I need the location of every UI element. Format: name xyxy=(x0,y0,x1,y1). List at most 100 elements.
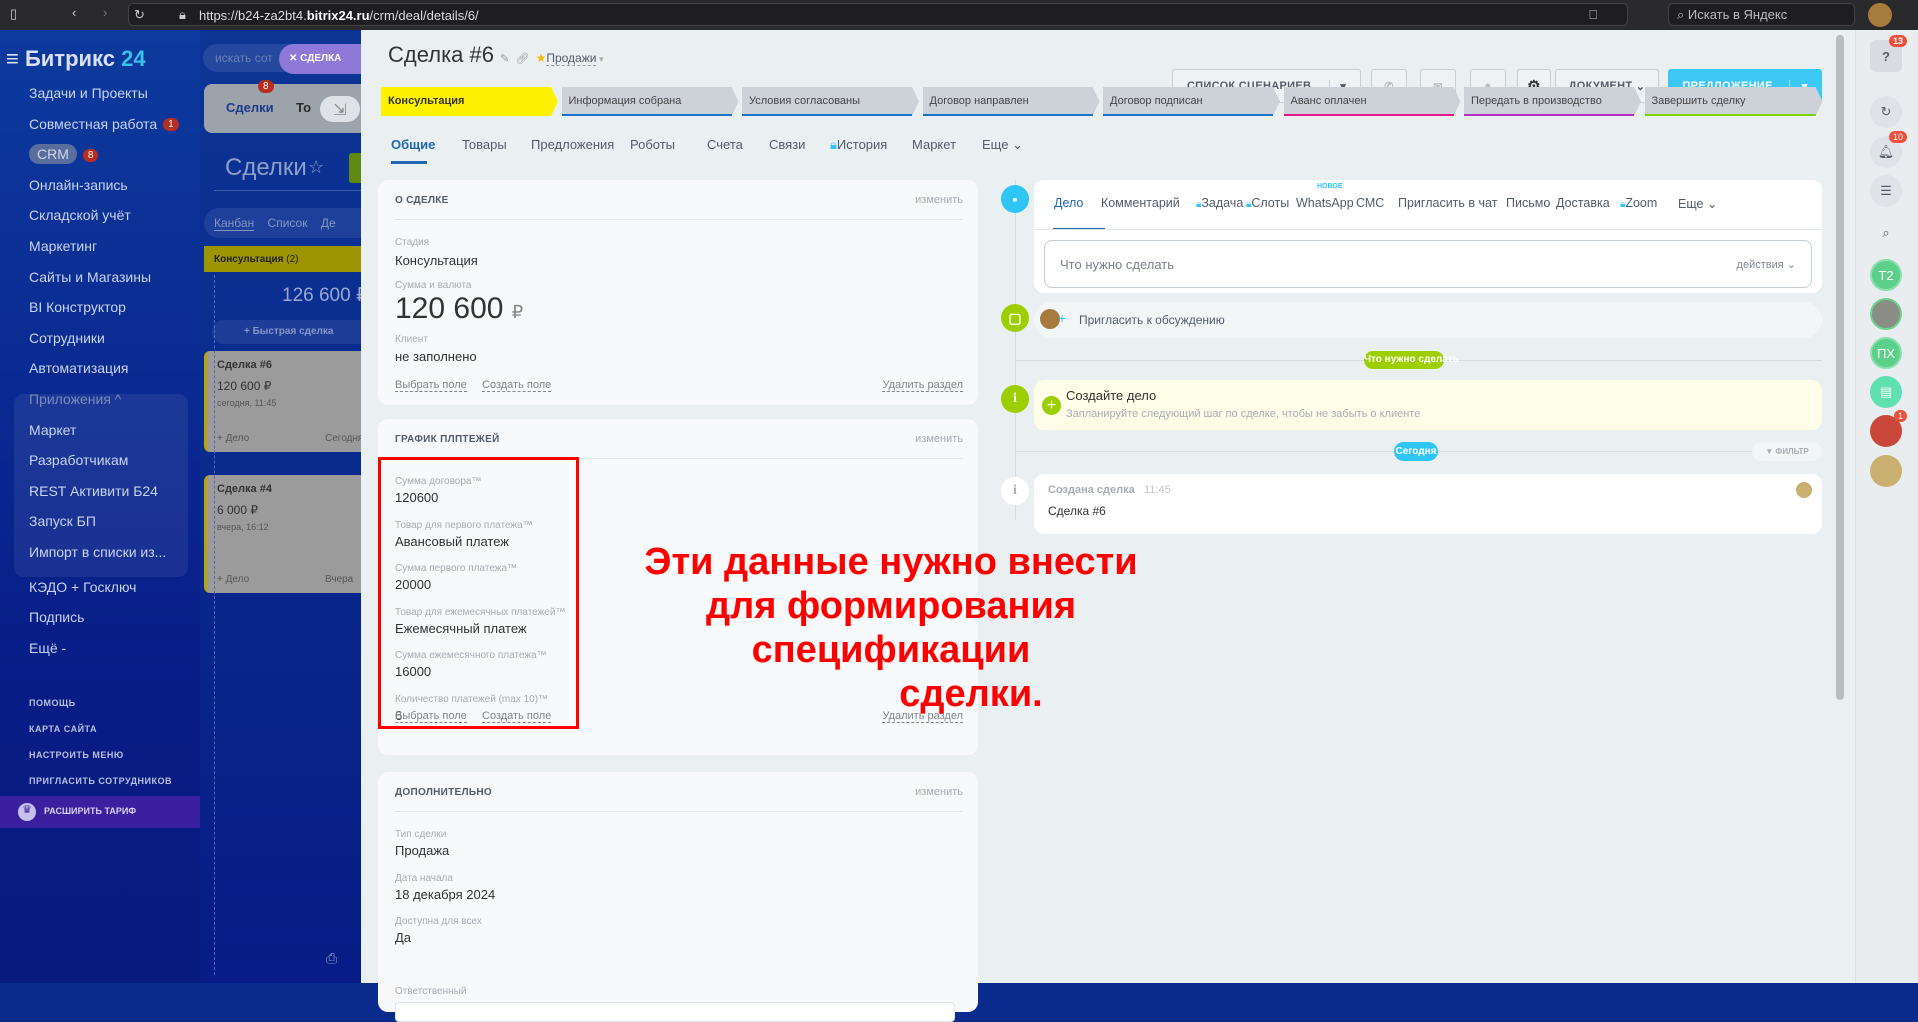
notifications-button[interactable]: 🔔︎ 10 xyxy=(1870,131,1907,168)
timeline-tab-5[interactable]: СМС xyxy=(1356,196,1384,210)
tab-6[interactable]: 🔒︎История xyxy=(830,137,887,153)
collapse-icon[interactable]: ⇲ xyxy=(320,96,360,122)
edit-link[interactable]: изменить xyxy=(915,433,963,445)
tab-4[interactable]: Счета xyxy=(707,137,743,152)
tab-2[interactable]: Предложения xyxy=(531,137,614,152)
bookmark-icon[interactable]: ⎕ xyxy=(1589,7,1597,23)
search-button[interactable]: ⌕ xyxy=(1870,217,1902,249)
favorite-star-icon[interactable]: ☆ xyxy=(308,157,324,178)
add-activity-link[interactable]: + Дело xyxy=(217,433,249,444)
sidebar-item[interactable]: Автоматизация xyxy=(29,360,128,376)
client-value[interactable]: не заполнено xyxy=(395,349,477,364)
stage-button[interactable]: Передать в производство xyxy=(1464,87,1641,116)
create-field-link[interactable]: Создать поле xyxy=(482,379,552,392)
stage-button[interactable]: Информация собрана xyxy=(562,87,739,116)
sidebar-toggle-icon[interactable]: ▯ xyxy=(10,6,17,22)
create-activity-card[interactable]: + Создайте дело Запланируйте следующий ш… xyxy=(1034,380,1822,430)
view-list[interactable]: Список xyxy=(268,216,308,230)
notes-button[interactable]: ▤ xyxy=(1870,376,1902,408)
view-kanban[interactable]: Канбан xyxy=(214,216,255,231)
help-button[interactable]: ? 13 xyxy=(1870,35,1907,72)
invite-discussion[interactable]: + Пригласить к обсуждению xyxy=(1034,302,1822,338)
stage-value[interactable]: Консультация xyxy=(395,253,478,268)
category-selector[interactable]: Продажи xyxy=(546,51,597,66)
sidebar-item[interactable]: Маркетинг xyxy=(29,238,97,254)
scrollbar[interactable] xyxy=(1836,35,1844,700)
sidebar-item[interactable]: CRM 8 xyxy=(29,144,99,165)
stage-button[interactable]: Договор подписан xyxy=(1103,87,1280,116)
portal-logo[interactable]: ≡ Битрикс 24 xyxy=(6,46,146,72)
sync-button[interactable]: ↻ xyxy=(1870,96,1902,128)
kanban-card[interactable]: Сделка #6 120 600 ₽ сегодня, 11:45 + Дел… xyxy=(204,351,364,452)
forward-icon[interactable]: › xyxy=(103,5,107,20)
timeline-tab-2[interactable]: 🔒︎Задача xyxy=(1196,196,1243,210)
profile-avatar[interactable] xyxy=(1868,3,1892,27)
todo-input[interactable]: Что нужно сделать действия ⌄ xyxy=(1044,240,1812,288)
sidebar-item[interactable]: Маркет xyxy=(29,422,76,438)
reload-icon[interactable]: ↻ xyxy=(134,7,145,23)
messenger-button[interactable]: ☰ xyxy=(1870,175,1902,207)
url-text[interactable]: https://b24-za2bt4.bitrix24.ru/crm/deal/… xyxy=(199,8,479,23)
back-icon[interactable]: ‹ xyxy=(72,5,76,20)
upgrade-plan-button[interactable]: ♛ РАСШИРИТЬ ТАРИФ xyxy=(0,796,200,828)
tab-7[interactable]: Маркет xyxy=(912,137,956,152)
view-activities[interactable]: Де xyxy=(321,216,336,230)
sidebar-item[interactable]: Сайты и Магазины xyxy=(29,269,151,285)
timeline-tab-6[interactable]: Пригласить в чат xyxy=(1398,196,1497,210)
responsible-field[interactable] xyxy=(395,1002,955,1022)
tab-5[interactable]: Связи xyxy=(769,137,805,152)
contact-avatar[interactable] xyxy=(1870,298,1902,330)
tab-1[interactable]: Товары xyxy=(462,137,507,152)
event-body[interactable]: Сделка #6 xyxy=(1048,504,1106,518)
sidebar-item[interactable]: Ещё - xyxy=(29,640,66,656)
tab-3[interactable]: Роботы xyxy=(630,137,675,152)
field-value[interactable]: Продажа xyxy=(395,843,449,858)
timeline-tab-7[interactable]: Письмо xyxy=(1506,196,1550,210)
chat-px[interactable]: ПХ xyxy=(1870,337,1902,369)
chat-t2[interactable]: T2 xyxy=(1870,259,1902,291)
filter-button[interactable]: ▼ ФИЛЬТР xyxy=(1752,442,1822,461)
quick-deal-button[interactable]: + Быстрая сделка xyxy=(212,320,372,344)
tab-8[interactable]: Еще ⌄ xyxy=(982,137,1023,153)
delete-section-link[interactable]: Удалить раздел xyxy=(882,379,963,392)
timeline-tab-9[interactable]: 🔒︎Zoom xyxy=(1620,196,1657,210)
stage-button[interactable]: Условия согласованы xyxy=(742,87,919,116)
address-bar[interactable]: ↻ 🔒︎ https://b24-za2bt4.bitrix24.ru/crm/… xyxy=(128,3,1628,26)
contact-avatar[interactable]: 1 xyxy=(1870,410,1907,447)
tab-0[interactable]: Общие xyxy=(391,137,435,152)
stage-button[interactable]: Договор направлен xyxy=(923,87,1100,116)
sidebar-footer-link[interactable]: ПОМОЩЬ xyxy=(29,698,76,708)
sidebar-footer-link[interactable]: ПРИГЛАСИТЬ СОТРУДНИКОВ xyxy=(29,776,172,786)
sidebar-item[interactable]: Импорт в списки из... xyxy=(29,544,166,560)
menu-icon[interactable]: ≡ xyxy=(6,46,19,71)
sidebar-item[interactable]: Разработчикам xyxy=(29,452,128,468)
timeline-tab-1[interactable]: Комментарий xyxy=(1101,196,1180,210)
sidebar-item[interactable]: Задачи и Проекты xyxy=(29,85,148,101)
timeline-tab-4[interactable]: WhatsApp xyxy=(1296,196,1354,210)
sidebar-footer-link[interactable]: НАСТРОИТЬ МЕНЮ xyxy=(29,750,124,760)
stage-button[interactable]: Консультация xyxy=(381,87,558,116)
timeline-tab-3[interactable]: 🔒︎Слоты xyxy=(1246,196,1289,210)
link-icon[interactable]: 🔗︎ xyxy=(515,53,529,65)
sidebar-item[interactable]: Совместная работа 1 xyxy=(29,116,179,132)
sidebar-item[interactable]: Онлайн-запись xyxy=(29,177,128,193)
edit-title-icon[interactable]: ✎ xyxy=(500,53,509,65)
sidebar-item[interactable]: КЭДО + Госключ xyxy=(29,579,136,595)
tab-other[interactable]: То xyxy=(296,100,311,115)
stage-button[interactable]: Завершить сделку xyxy=(1645,87,1823,116)
sidebar-item[interactable]: Сотрудники xyxy=(29,330,105,346)
choose-field-link[interactable]: Выбрать поле xyxy=(395,379,467,392)
add-activity-icon[interactable]: + xyxy=(1042,396,1061,415)
print-icon[interactable]: ⎙ xyxy=(326,950,337,967)
actions-dropdown[interactable]: действия ⌄ xyxy=(1737,258,1796,271)
sidebar-footer-link[interactable]: КАРТА САЙТА xyxy=(29,724,97,734)
timeline-tab-10[interactable]: Еще ⌄ xyxy=(1678,196,1717,211)
sum-value[interactable]: 120 600 ₽ xyxy=(395,292,523,326)
close-slider-button[interactable]: ✕ СДЕЛКА xyxy=(279,44,369,74)
kanban-card[interactable]: Сделка #4 6 000 ₽ вчера, 16:12 + Дело Вч… xyxy=(204,475,364,593)
yandex-search-input[interactable]: ⌕ Искать в Яндекс xyxy=(1668,3,1855,26)
stage-button[interactable]: Аванс оплачен xyxy=(1284,87,1461,116)
tab-deals[interactable]: Сделки xyxy=(226,100,274,115)
sidebar-item[interactable]: Подпись xyxy=(29,609,84,625)
sidebar-item[interactable]: Запуск БП xyxy=(29,513,96,529)
